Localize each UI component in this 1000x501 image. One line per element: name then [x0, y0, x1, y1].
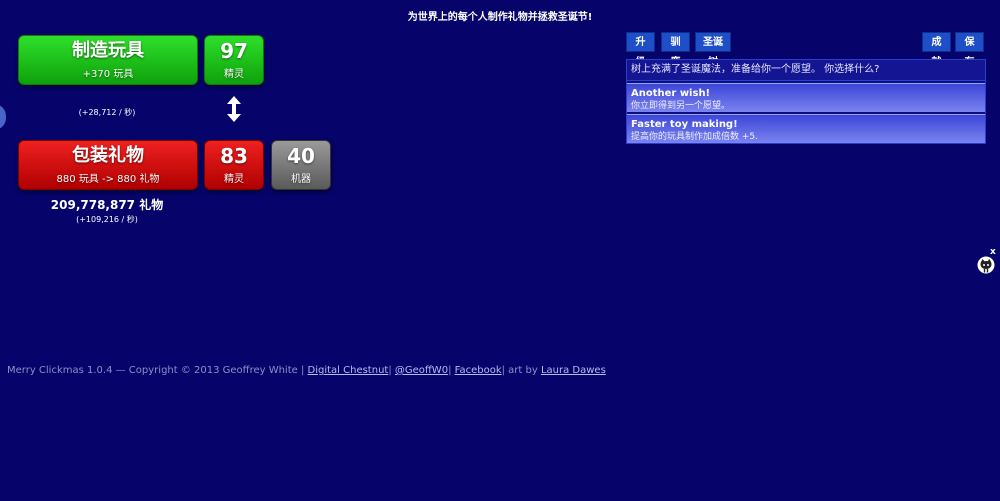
save-button[interactable]: 保存: [955, 32, 984, 68]
machines-count: 40: [287, 144, 315, 168]
tab-upgrades[interactable]: 升级: [626, 32, 655, 68]
footer-link-artist[interactable]: Laura Dawes: [541, 365, 606, 376]
tab-tree[interactable]: 圣诞树: [695, 32, 731, 68]
make-toys-label: 制造玩具: [72, 40, 144, 61]
tab-reindeer[interactable]: 驯鹿: [661, 32, 690, 68]
toy-elves-label: 精灵: [224, 69, 244, 80]
octocat-icon[interactable]: [977, 256, 995, 274]
toy-rate: (+28,712 / 秒): [78, 108, 136, 117]
gift-rate: (+109,216 / 秒): [76, 215, 138, 224]
wrap-gifts-label: 包装礼物: [72, 145, 144, 166]
footer: Merry Clickmas 1.0.4 — Copyright © 2013 …: [7, 365, 606, 376]
wish-option-desc: 你立即得到另一个愿望。: [631, 101, 731, 111]
footer-copyright: Merry Clickmas 1.0.4 — Copyright © 2013 …: [7, 365, 308, 376]
wish-prompt: 树上充满了圣诞魔法，准备给你一个愿望。 你选择什么?: [627, 60, 985, 81]
make-toys-sub: +370 玩具: [82, 69, 134, 80]
toy-elves-count: 97: [220, 39, 248, 63]
footer-link-digital-chestnut[interactable]: Digital Chestnut: [308, 365, 389, 376]
wrap-gifts-button[interactable]: 包装礼物 880 玩具 -> 880 礼物: [18, 140, 198, 190]
page-title: 为世界上的每个人制作礼物并拯救圣诞节!: [407, 12, 593, 23]
tab-achievements[interactable]: 成就: [922, 32, 951, 68]
wish-option-title: Another wish!: [631, 88, 711, 99]
tree-wish-panel: 树上充满了圣诞魔法，准备给你一个愿望。 你选择什么? Another wish!…: [626, 59, 986, 144]
footer-art-credit: | art by: [501, 365, 541, 376]
make-toys-button[interactable]: 制造玩具 +370 玩具: [18, 35, 198, 85]
machines-label: 机器: [291, 174, 311, 185]
wrap-elves-button[interactable]: 83 精灵: [204, 140, 264, 190]
wish-option-title: Faster toy making!: [631, 119, 738, 130]
side-panel-handle[interactable]: [0, 104, 6, 130]
gift-total: 209,778,877 礼物: [50, 198, 164, 212]
footer-link-twitter[interactable]: @GeoffW0: [395, 365, 448, 376]
footer-link-facebook[interactable]: Facebook: [455, 365, 502, 376]
transfer-arrow-icon: [224, 95, 244, 123]
wish-option-desc: 提高你的玩具制作加成倍数 +5.: [631, 132, 758, 142]
wrap-elves-count: 83: [220, 144, 248, 168]
wish-option-faster-toys[interactable]: Faster toy making! 提高你的玩具制作加成倍数 +5.: [627, 114, 985, 143]
machines-button[interactable]: 40 机器: [271, 140, 331, 190]
toy-elves-button[interactable]: 97 精灵: [204, 35, 264, 85]
wrap-gifts-sub: 880 玩具 -> 880 礼物: [56, 174, 160, 185]
wish-option-another-wish[interactable]: Another wish! 你立即得到另一个愿望。: [627, 83, 985, 112]
wrap-elves-label: 精灵: [224, 174, 244, 185]
